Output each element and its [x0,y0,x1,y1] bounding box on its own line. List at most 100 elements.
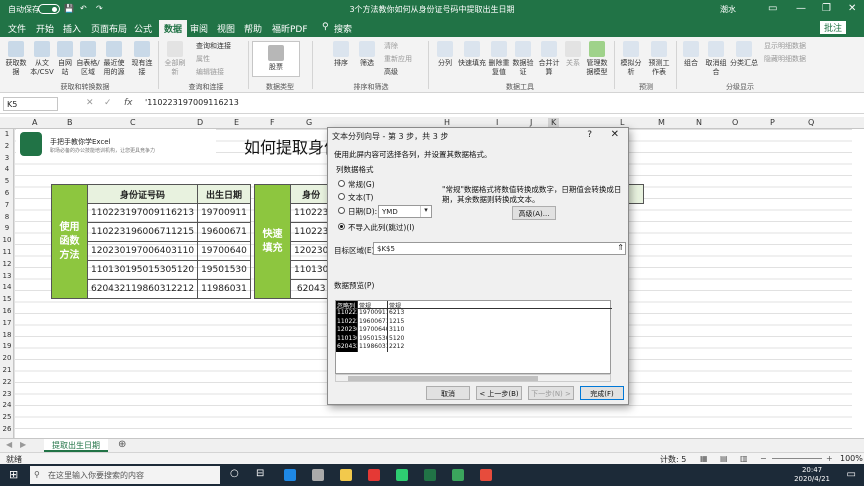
header-id[interactable]: 身份 [289,184,333,204]
tab-search[interactable]: 搜索 [334,22,352,35]
radio-general[interactable] [338,180,345,187]
collapse-dialog-icon[interactable]: ⇑ [617,243,624,252]
cell[interactable]: 110223197009116213 [86,203,199,223]
finish-button[interactable]: 完成(F) [580,386,624,400]
ribbon-options-icon[interactable]: ▭ [768,3,777,14]
store-icon[interactable] [312,469,324,481]
page-break-icon[interactable]: ▥ [740,454,748,463]
task-switch-icon[interactable]: ⊟ [256,468,264,479]
green-app-icon[interactable] [452,469,464,481]
remove-duplicates-button[interactable]: 删除重复值 [488,41,510,77]
col-header[interactable]: C [130,118,136,127]
tab-data[interactable]: 数据 [159,20,188,37]
cell[interactable]: 19600671 [197,222,251,242]
tab-file[interactable]: 文件 [8,22,26,35]
flash-fill-button[interactable]: 快速填充 [458,41,486,68]
page-layout-icon[interactable]: ▤ [720,454,728,463]
show-detail-button[interactable]: 显示明细数据 [764,41,806,51]
taskbar-search[interactable]: 在这里输入你要搜索的内容 [30,466,220,484]
from-csv-button[interactable]: 从文本/CSV [30,41,54,77]
row-header[interactable]: 12 [0,260,14,268]
data-model-button[interactable]: 管理数据模型 [584,41,610,77]
from-table-button[interactable]: 自表格/区域 [76,41,100,77]
cell[interactable]: 110130 [289,260,333,280]
text-to-columns-button[interactable]: 分列 [434,41,456,68]
date-format-select[interactable]: YMD ▾ [378,205,432,218]
prev-sheet-icon[interactable]: ◀ [6,440,12,449]
radio-skip-column[interactable] [338,223,345,230]
tab-help[interactable]: 帮助 [244,22,262,35]
tab-view[interactable]: 视图 [217,22,235,35]
cell[interactable]: 19700911 [197,203,251,223]
windows-start-icon[interactable]: ⊞ [9,468,18,481]
red-app-icon[interactable] [480,469,492,481]
tab-page-layout[interactable]: 页面布局 [91,22,127,35]
formula-input[interactable]: '110223197009116213 [145,98,239,107]
add-sheet-icon[interactable]: ⊕ [118,439,126,450]
next-sheet-icon[interactable]: ▶ [20,440,26,449]
col-header[interactable]: Q [808,118,814,127]
cell[interactable]: 120230 [289,241,333,261]
tab-foxit-pdf[interactable]: 福昕PDF [272,22,308,35]
preview-column-3[interactable]: 常规 6213 1215 3110 5120 2212 [388,301,612,352]
data-preview[interactable]: 忽略列 110223 110223 120230 110130 620432 常… [335,300,612,374]
col-header[interactable]: H [444,118,450,127]
row-header[interactable]: 3 [0,154,14,162]
row-header[interactable]: 5 [0,177,14,185]
row-header[interactable]: 25 [0,413,14,421]
cell[interactable]: 110223 [289,203,333,223]
user-name[interactable]: 潮水 [720,4,736,15]
row-header[interactable]: 13 [0,272,14,280]
sort-button[interactable]: 排序 [330,41,352,68]
row-header[interactable]: 16 [0,307,14,315]
cell[interactable]: 110223196006711215 [86,222,199,242]
app-icon[interactable] [368,469,380,481]
tab-home[interactable]: 开始 [36,22,54,35]
cell[interactable]: 11986031 [197,279,251,299]
col-header[interactable]: O [732,118,738,127]
col-header[interactable]: A [32,118,37,127]
row-header[interactable]: 15 [0,295,14,303]
preview-column-2[interactable]: 常规 19700911 19600671 19700640 19501530 1… [358,301,388,352]
comments-button[interactable]: 批注 [820,21,847,34]
edge-icon[interactable] [284,469,296,481]
tab-formulas[interactable]: 公式 [134,22,152,35]
row-header[interactable]: 7 [0,201,14,209]
row-header[interactable]: 22 [0,378,14,386]
col-header[interactable]: J [530,118,532,127]
zoom-out-icon[interactable]: − [760,454,767,463]
excel-icon[interactable] [424,469,436,481]
col-header[interactable]: D [197,118,203,127]
col-header[interactable]: B [67,118,73,127]
queries-connections-button[interactable]: 查询和连接 [196,41,231,51]
row-header[interactable]: 19 [0,342,14,350]
cell[interactable]: 19501530 [197,260,251,280]
radio-text-label[interactable]: 文本(T) [348,192,373,203]
row-header[interactable]: 21 [0,366,14,374]
row-header[interactable]: 20 [0,354,14,362]
col-header-selected[interactable]: K [548,118,560,127]
help-button[interactable]: ? [587,130,592,140]
relationships-button[interactable]: 关系 [564,41,582,68]
row-header[interactable]: 23 [0,390,14,398]
cell[interactable]: 120230197006403110 [86,241,199,261]
header-birth[interactable]: 出生日期 [197,184,251,204]
row-header[interactable]: 18 [0,331,14,339]
refresh-all-button[interactable]: 全部刷新 [162,41,188,77]
enter-formula-icon[interactable]: ✓ [104,98,112,108]
row-header[interactable]: 8 [0,213,14,221]
clock[interactable]: 20:47 2020/4/21 [794,466,830,484]
advanced-filter-button[interactable]: 高级 [384,67,398,77]
task-view-icon[interactable]: ○ [230,468,239,479]
filter-button[interactable]: 筛选 [356,41,378,68]
folder-icon[interactable] [340,469,352,481]
radio-text[interactable] [338,193,345,200]
data-validation-button[interactable]: 数据验证 [512,41,534,77]
cell[interactable]: 62043 [289,279,333,299]
col-header[interactable]: P [770,118,775,127]
properties-button[interactable]: 属性 [196,54,210,64]
from-web-button[interactable]: 自网站 [56,41,74,77]
destination-input[interactable]: $K$5 ⇑ [373,242,626,255]
preview-column-skip[interactable]: 忽略列 110223 110223 120230 110130 620432 [336,301,358,352]
row-header[interactable]: 26 [0,425,14,433]
